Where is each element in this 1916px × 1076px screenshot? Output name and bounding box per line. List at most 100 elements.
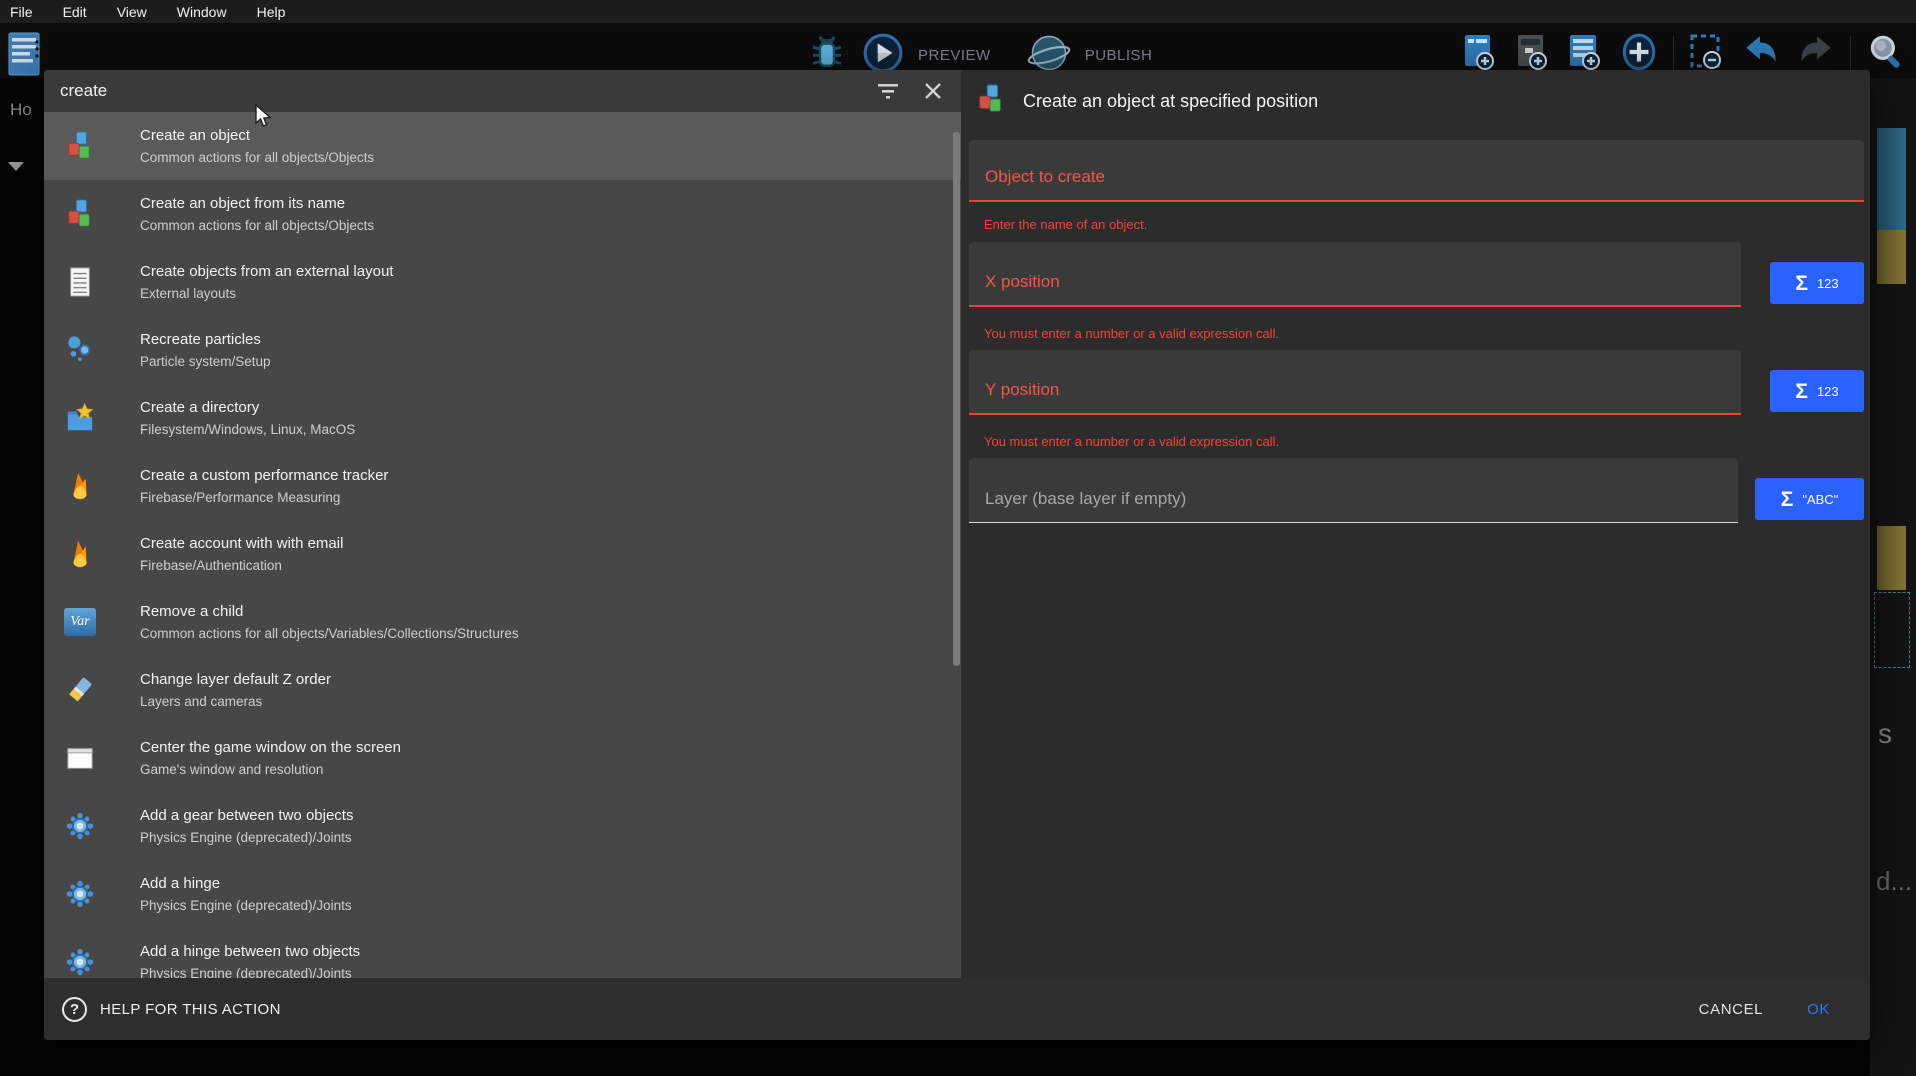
background-truncated-text: d... [1876, 866, 1912, 897]
preview-button[interactable]: PREVIEW [918, 47, 991, 64]
objects-cubes-icon [64, 198, 96, 230]
physics-gear-icon [64, 946, 96, 978]
panel-title: Create an object at specified position [1023, 91, 1318, 112]
action-title: Add a gear between two objects [140, 805, 353, 826]
action-title: Create an object [140, 125, 374, 146]
action-list-item[interactable]: Var Remove a child Common actions for all … [44, 588, 961, 656]
folder-icon [64, 402, 96, 434]
z-order-icon [64, 674, 96, 706]
action-list-item[interactable]: Recreate particles Particle system/Setup [44, 316, 961, 384]
object-to-create-field[interactable]: Object to create [969, 140, 1864, 202]
action-group: Layers and cameras [140, 692, 331, 711]
publish-button[interactable]: PUBLISH [1085, 47, 1153, 64]
toolbar-separator [1850, 36, 1851, 74]
chevron-down-icon [8, 162, 24, 171]
search-bar [44, 70, 961, 112]
action-title: Create a custom performance tracker [140, 465, 388, 486]
menu-help[interactable]: Help [257, 4, 286, 20]
action-title: Center the game window on the screen [140, 737, 401, 758]
action-list-item[interactable]: Add a hinge Physics Engine (deprecated)/J… [44, 860, 961, 928]
action-title: Change layer default Z order [140, 669, 331, 690]
background-right-panel: s d... [1870, 78, 1916, 1076]
y-position-field[interactable]: Y position [969, 350, 1741, 415]
menu-file[interactable]: File [10, 4, 33, 20]
background-olive-block [1877, 526, 1906, 590]
menu-view[interactable]: View [117, 4, 147, 20]
list-scrollbar[interactable] [953, 132, 960, 666]
physics-gear-icon [64, 878, 96, 910]
action-title: Create an object from its name [140, 193, 374, 214]
field-error-text: Enter the name of an object. [984, 217, 1147, 232]
action-title: Recreate particles [140, 329, 271, 350]
y-expression-button[interactable]: Σ 123 [1770, 370, 1864, 412]
external-layout-icon [64, 266, 96, 298]
sigma-icon: Σ [1781, 489, 1794, 510]
layer-field[interactable]: Layer (base layer if empty) [969, 458, 1738, 523]
action-title: Create objects from an external layout [140, 261, 393, 282]
search-events-icon[interactable] [1864, 31, 1906, 78]
objects-cubes-icon [64, 130, 96, 162]
menu-bar: File Edit View Window Help [0, 0, 1916, 23]
field-label: Object to create [985, 167, 1105, 187]
field-error-text: You must enter a number or a valid expre… [984, 326, 1279, 341]
game-window-icon [64, 742, 96, 774]
x-expression-button[interactable]: Σ 123 [1770, 262, 1864, 304]
action-list-item[interactable]: Create an object from its name Common act… [44, 180, 961, 248]
action-group: Physics Engine (deprecated)/Joints [140, 896, 352, 915]
action-list-item[interactable]: Create a directoryFilesystem/Windows, Li… [44, 384, 961, 452]
field-label: Layer (base layer if empty) [985, 489, 1186, 509]
panel-header: Create an object at specified position [976, 84, 1318, 119]
search-input[interactable] [60, 81, 853, 101]
action-parameters-panel: Create an object at specified position O… [966, 70, 1870, 978]
cancel-button[interactable]: CANCEL [1699, 1001, 1763, 1018]
action-list-item[interactable]: Create an object Common actions for all o… [44, 112, 961, 180]
action-title: Create account with with email [140, 533, 343, 554]
action-group: Game's window and resolution [140, 760, 401, 779]
action-title: Create a directory [140, 397, 355, 418]
action-list-item[interactable]: Change layer default Z order Layers and c… [44, 656, 961, 724]
objects-cubes-icon [976, 84, 1006, 119]
variable-icon: Var [64, 606, 96, 638]
action-list-item[interactable]: Center the game window on the screen Game… [44, 724, 961, 792]
background-tab-label: Ho [10, 100, 32, 120]
action-group: Firebase/Performance Measuring [140, 488, 388, 507]
action-list-item[interactable]: Create account with with email Firebase/A… [44, 520, 961, 588]
background-teal-block [1877, 128, 1906, 230]
action-title: Add a hinge [140, 873, 352, 894]
field-error-text: You must enter a number or a valid expre… [984, 434, 1279, 449]
layer-expression-button[interactable]: Σ "ABC" [1755, 478, 1864, 520]
instruction-editor-dialog: Create an object Common actions for all o… [44, 70, 1870, 1040]
menu-window[interactable]: Window [177, 4, 227, 20]
ok-button[interactable]: OK [1807, 1001, 1830, 1018]
action-list-item[interactable]: Create a custom performance tracker Fireb… [44, 452, 961, 520]
sigma-icon: Σ [1795, 273, 1808, 294]
field-label: X position [985, 272, 1060, 292]
action-group: Common actions for all objects/Objects [140, 148, 374, 167]
help-for-this-action-link[interactable]: ? HELP FOR THIS ACTION [62, 997, 281, 1022]
action-list-item[interactable]: Create objects from an external layoutEx… [44, 248, 961, 316]
toolbar-separator [1673, 36, 1674, 74]
action-title: Add a hinge between two objects [140, 941, 360, 962]
close-icon[interactable] [923, 81, 943, 101]
action-search-panel: Create an object Common actions for all o… [44, 70, 961, 978]
help-icon: ? [62, 997, 87, 1022]
physics-gear-icon [64, 810, 96, 842]
x-position-field[interactable]: X position [969, 242, 1741, 307]
background-truncated-text: s [1878, 718, 1892, 750]
action-group: Firebase/Authentication [140, 556, 343, 575]
action-list-item[interactable]: Add a hinge between two objectsPhysics E… [44, 928, 961, 978]
particles-icon [64, 334, 96, 366]
filter-icon[interactable] [877, 82, 899, 100]
action-list: Create an object Common actions for all o… [44, 112, 961, 978]
action-group: Particle system/Setup [140, 352, 271, 371]
menu-edit[interactable]: Edit [63, 4, 87, 20]
background-olive-block [1877, 230, 1906, 284]
action-group: Physics Engine (deprecated)/Joints [140, 828, 353, 847]
action-title: Remove a child [140, 601, 519, 622]
project-manager-icon[interactable] [8, 30, 42, 81]
firebase-flame-icon [64, 538, 96, 570]
action-group: Common actions for all objects/Variables… [140, 624, 519, 643]
action-list-item[interactable]: Add a gear between two objects Physics En… [44, 792, 961, 860]
action-group: Common actions for all objects/Objects [140, 216, 374, 235]
background-dashed-selection [1874, 592, 1910, 668]
